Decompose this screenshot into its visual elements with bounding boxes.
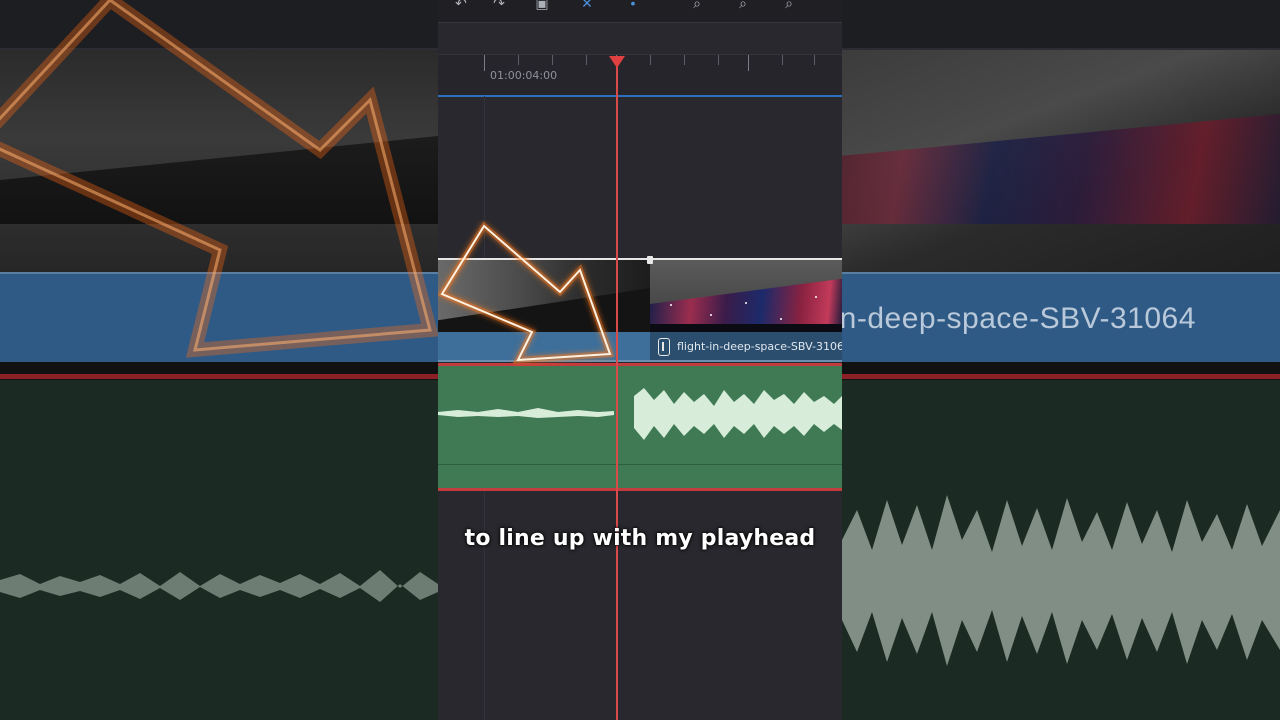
timeline-panel: ↶ ↷ ▣ ✕ • ⌕ ⌕ ⌕ 01:00:04:00 flight-in-de… — [438, 0, 842, 720]
blade-icon[interactable]: • — [624, 0, 642, 12]
neon-arrow-overlay — [438, 221, 615, 364]
timeline-ruler[interactable]: 01:00:04:00 — [438, 54, 842, 97]
caption-subtitle: to line up with my playhead — [464, 526, 816, 551]
bg-audio-waveform — [842, 495, 1280, 666]
bg-red-line — [0, 374, 438, 379]
bg-clip-bar: -in-deep-space-SBV-31064 — [842, 272, 1280, 362]
video-clip-right-thumbnail[interactable] — [650, 258, 842, 334]
left-blurred-background — [0, 0, 438, 720]
bg-toolbar-strip — [842, 0, 1280, 50]
timeline-toolbar: ↶ ↷ ▣ ✕ • ⌕ ⌕ ⌕ — [438, 0, 842, 23]
selection-icon[interactable]: ✕ — [578, 0, 596, 12]
clip-name: flight-in-deep-space-SBV-31064 — [677, 340, 842, 353]
undo-icon[interactable]: ↶ — [452, 0, 470, 12]
edit-point-marker[interactable] — [647, 256, 653, 264]
bg-audio-waveform — [0, 570, 438, 602]
playhead-handle[interactable] — [609, 56, 625, 68]
snapshot-icon[interactable]: ▣ — [533, 0, 551, 12]
audio-track-divider — [438, 464, 842, 465]
audio-track-bottom-border — [438, 488, 842, 491]
right-blurred-background: -in-deep-space-SBV-31064 — [842, 0, 1280, 720]
audio-track[interactable] — [438, 366, 842, 489]
zoom-detail-icon[interactable]: ⌕ — [734, 0, 752, 12]
bg-audio-track — [842, 380, 1280, 720]
bg-video-thumbnail — [842, 50, 1280, 272]
zoom-out-icon[interactable]: ⌕ — [688, 0, 706, 12]
trim-handle-icon[interactable] — [658, 338, 670, 356]
ruler-timecode: 01:00:04:00 — [490, 69, 558, 82]
bg-clip-name: -in-deep-space-SBV-31064 — [842, 302, 1196, 335]
bg-audio-track — [0, 380, 438, 720]
video-clip-right[interactable]: flight-in-deep-space-SBV-31064 — [650, 332, 842, 362]
zoom-full-icon[interactable]: ⌕ — [780, 0, 798, 12]
redo-icon[interactable]: ↷ — [490, 0, 508, 12]
bg-neon-arrow — [0, 0, 438, 358]
track-divider — [438, 95, 842, 97]
bg-red-line — [842, 374, 1280, 379]
playhead[interactable] — [616, 56, 618, 720]
audio-waveform — [438, 388, 842, 440]
